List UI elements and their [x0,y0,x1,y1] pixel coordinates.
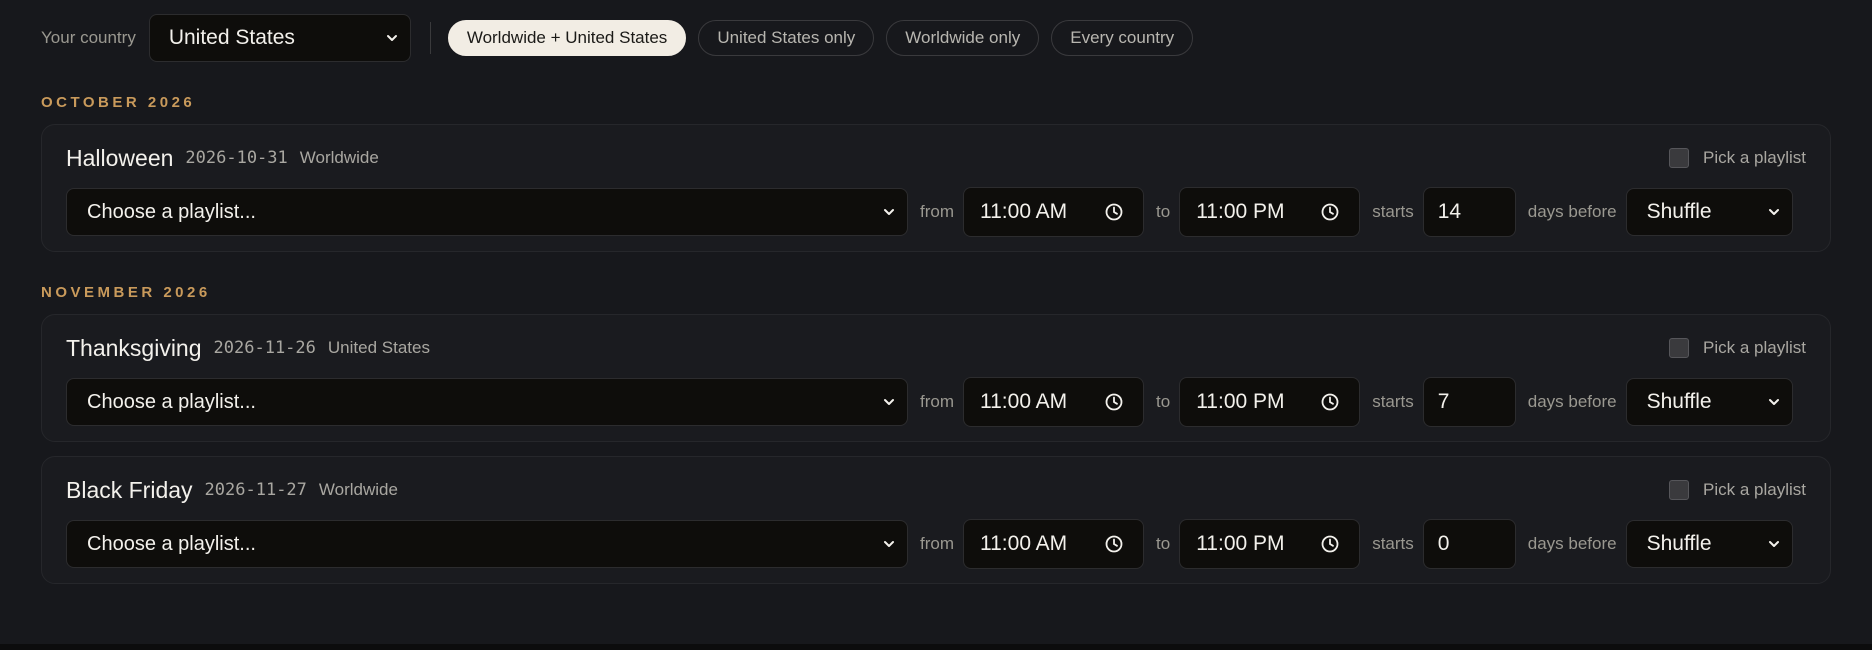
starts-label: starts [1372,392,1414,411]
chevron-down-icon [884,209,894,215]
pick-playlist-label: Pick a playlist [1703,148,1806,167]
event-card-black-friday: Black Friday 2026-11-27 Worldwide Pick a… [41,456,1831,584]
event-name: Thanksgiving [66,334,202,361]
chip-every-country[interactable]: Every country [1051,20,1194,56]
event-date: 2026-10-31 [185,148,288,168]
days-before-label: days before [1527,392,1617,411]
to-label: to [1156,534,1171,553]
event-date: 2026-11-27 [204,480,307,500]
clock-icon[interactable] [1321,203,1339,221]
country-label: Your country [41,28,136,47]
play-mode-value: Shuffle [1646,200,1712,223]
start-time-value: 11:00 AM [980,532,1068,555]
start-time-value: 11:00 AM [980,390,1068,413]
country-filter-bar: Your country United States Worldwide + U… [41,0,1831,76]
event-scope: United States [327,338,430,357]
event-card-thanksgiving: Thanksgiving 2026-11-26 United States Pi… [41,314,1831,442]
event-settings-row: Choose a playlist... from 11:00 AM to 11… [66,377,1806,427]
clock-icon[interactable] [1105,535,1123,553]
clock-icon[interactable] [1321,393,1339,411]
pick-playlist-toggle[interactable]: Pick a playlist [1669,148,1806,168]
divider [429,22,431,54]
days-before-label: days before [1527,534,1617,553]
playlist-select[interactable]: Choose a playlist... [66,188,908,236]
pick-playlist-checkbox[interactable] [1669,148,1690,168]
end-time-value: 11:00 PM [1196,532,1285,555]
pick-playlist-checkbox[interactable] [1669,338,1690,358]
pick-playlist-label: Pick a playlist [1703,480,1806,499]
clock-icon[interactable] [1321,535,1339,553]
start-time-input[interactable]: 11:00 AM [963,519,1144,569]
starts-label: starts [1372,202,1414,221]
chevron-down-icon [1768,399,1779,405]
holiday-playlist-page: Your country United States Worldwide + U… [0,0,1872,650]
play-mode-select[interactable]: Shuffle [1625,188,1793,236]
country-select-value: United States [168,26,295,49]
end-time-value: 11:00 PM [1196,200,1285,223]
chip-worldwide-only[interactable]: Worldwide only [886,20,1040,56]
start-time-input[interactable]: 11:00 AM [963,187,1144,237]
clock-icon[interactable] [1105,203,1123,221]
clock-icon[interactable] [1105,393,1123,411]
days-before-label: days before [1527,202,1617,221]
to-label: to [1156,202,1171,221]
event-settings-row: Choose a playlist... from 11:00 AM to 11… [66,187,1806,237]
to-label: to [1156,392,1171,411]
event-card-halloween: Halloween 2026-10-31 Worldwide Pick a pl… [41,124,1831,252]
month-header: OCTOBER 2026 [41,93,196,111]
chevron-down-icon [1768,541,1779,547]
event-header: Thanksgiving 2026-11-26 United States Pi… [66,315,1806,377]
pick-playlist-label: Pick a playlist [1703,338,1806,357]
from-label: from [920,534,954,553]
end-time-input[interactable]: 11:00 PM [1179,519,1361,569]
end-time-input[interactable]: 11:00 PM [1179,187,1361,237]
playlist-select-value: Choose a playlist... [87,532,256,555]
chip-worldwide-plus-country[interactable]: Worldwide + United States [447,20,687,56]
starts-label: starts [1372,534,1414,553]
pick-playlist-toggle[interactable]: Pick a playlist [1669,338,1806,358]
playlist-select[interactable]: Choose a playlist... [66,378,908,426]
chevron-down-icon [884,541,894,547]
chevron-down-icon [386,35,397,41]
days-before-input[interactable]: 0 [1422,519,1516,569]
play-mode-value: Shuffle [1646,532,1712,555]
end-time-input[interactable]: 11:00 PM [1179,377,1361,427]
event-name: Halloween [66,144,174,171]
event-header: Halloween 2026-10-31 Worldwide Pick a pl… [66,125,1806,187]
playlist-select[interactable]: Choose a playlist... [66,520,908,568]
event-name: Black Friday [66,476,193,503]
chevron-down-icon [884,399,894,405]
days-before-input[interactable]: 14 [1422,187,1516,237]
from-label: from [920,202,954,221]
pick-playlist-checkbox[interactable] [1669,480,1690,500]
play-mode-select[interactable]: Shuffle [1625,520,1793,568]
play-mode-value: Shuffle [1646,390,1712,413]
event-date: 2026-11-26 [213,338,316,358]
bottom-edge [0,644,1872,650]
month-header: NOVEMBER 2026 [41,283,211,301]
country-select[interactable]: United States [148,14,411,62]
from-label: from [920,392,954,411]
end-time-value: 11:00 PM [1196,390,1285,413]
start-time-input[interactable]: 11:00 AM [963,377,1144,427]
playlist-select-value: Choose a playlist... [87,390,256,413]
event-header: Black Friday 2026-11-27 Worldwide Pick a… [66,457,1806,519]
play-mode-select[interactable]: Shuffle [1625,378,1793,426]
playlist-select-value: Choose a playlist... [87,200,256,223]
event-scope: Worldwide [299,148,379,167]
event-scope: Worldwide [318,480,398,499]
chevron-down-icon [1768,209,1779,215]
chip-country-only[interactable]: United States only [698,20,875,56]
pick-playlist-toggle[interactable]: Pick a playlist [1669,480,1806,500]
start-time-value: 11:00 AM [980,200,1068,223]
days-before-input[interactable]: 7 [1422,377,1516,427]
event-settings-row: Choose a playlist... from 11:00 AM to 11… [66,519,1806,569]
